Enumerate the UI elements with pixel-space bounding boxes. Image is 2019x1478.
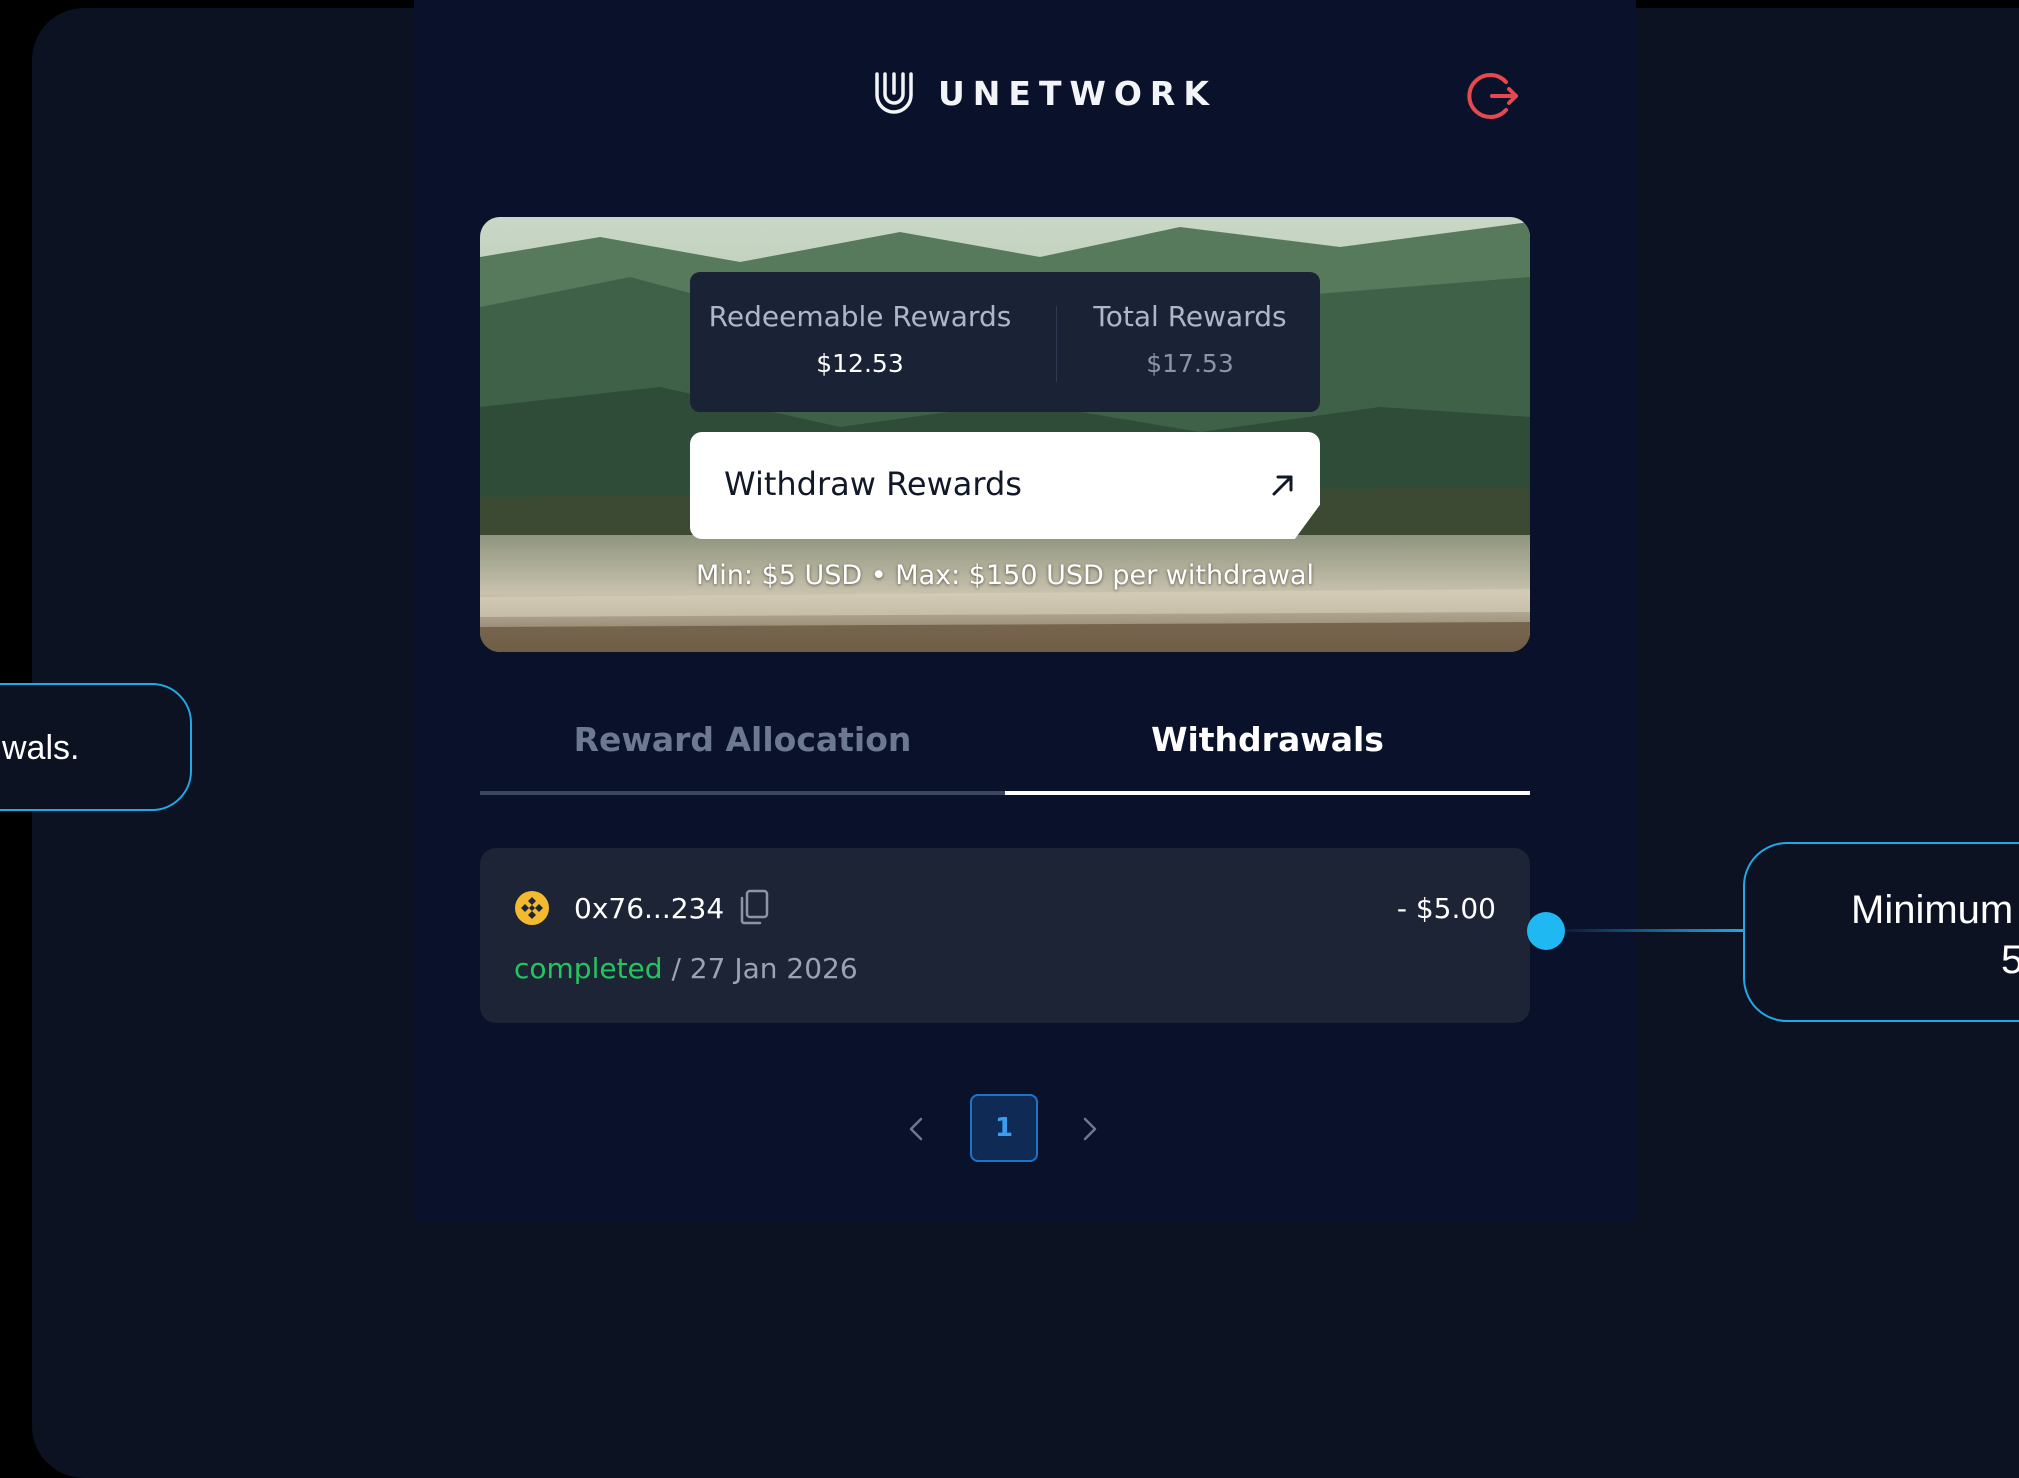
pagination: 1 (414, 1094, 1636, 1164)
tab-reward-allocation[interactable]: Reward Allocation (480, 720, 1005, 793)
callout-connector (1560, 929, 1745, 932)
wallet-address: 0x76...234 (574, 892, 725, 925)
callout-left-text: wals. (2, 729, 80, 767)
callout-right-line1: Minimum (1851, 888, 2014, 932)
logout-icon (1467, 73, 1518, 119)
chevron-right-icon[interactable] (1078, 1114, 1102, 1144)
tab-underline-active (1005, 791, 1530, 795)
brand-logo: UNETWORK (874, 70, 1217, 116)
arrow-up-right-icon (1272, 475, 1293, 496)
tabs: Reward Allocation Withdrawals (480, 720, 1530, 796)
chevron-left-icon[interactable] (904, 1114, 928, 1144)
callout-left: wals. (0, 683, 192, 811)
app-panel: UNETWORK Redeemable Rewards $12.53 Total… (414, 0, 1636, 1221)
redeemable-rewards: Redeemable Rewards $12.53 (690, 300, 1030, 378)
rewards-hero: Redeemable Rewards $12.53 Total Rewards … (480, 217, 1530, 652)
tab-withdrawals[interactable]: Withdrawals (1005, 720, 1530, 793)
callout-right-line2: 5 (2001, 938, 2019, 982)
brand-name: UNETWORK (938, 73, 1217, 113)
rewards-summary-card: Redeemable Rewards $12.53 Total Rewards … (690, 272, 1320, 412)
withdrawal-limits: Min: $5 USD • Max: $150 USD per withdraw… (695, 560, 1314, 591)
total-rewards: Total Rewards $17.53 (1060, 300, 1320, 378)
u-shield-logo-icon (875, 72, 913, 114)
rewards-divider (1056, 306, 1057, 382)
status-badge: completed (514, 952, 663, 985)
withdraw-rewards-label: Withdraw Rewards (724, 465, 1022, 503)
copy-icon[interactable] (738, 888, 770, 926)
callout-right: Minimum 5 (1743, 842, 2019, 1022)
withdrawal-meta: completed / 27 Jan 2026 (514, 952, 858, 985)
tab-underline-inactive (480, 791, 1005, 795)
redeemable-rewards-label: Redeemable Rewards (708, 300, 1012, 333)
withdraw-rewards-button[interactable]: Withdraw Rewards (690, 432, 1320, 539)
bnb-coin-icon (515, 891, 549, 925)
logout-button[interactable] (1466, 68, 1522, 124)
redeemable-rewards-value: $12.53 (816, 349, 904, 378)
callout-dot (1527, 912, 1565, 950)
withdrawal-date: / 27 Jan 2026 (662, 952, 858, 985)
withdrawal-amount: - $5.00 (1396, 892, 1496, 925)
withdrawal-row: 0x76...234 - $5.00 completed / 27 Jan 20… (480, 848, 1530, 1023)
total-rewards-value: $17.53 (1146, 349, 1234, 378)
total-rewards-label: Total Rewards (1093, 300, 1287, 333)
page-button-current[interactable]: 1 (970, 1094, 1038, 1162)
